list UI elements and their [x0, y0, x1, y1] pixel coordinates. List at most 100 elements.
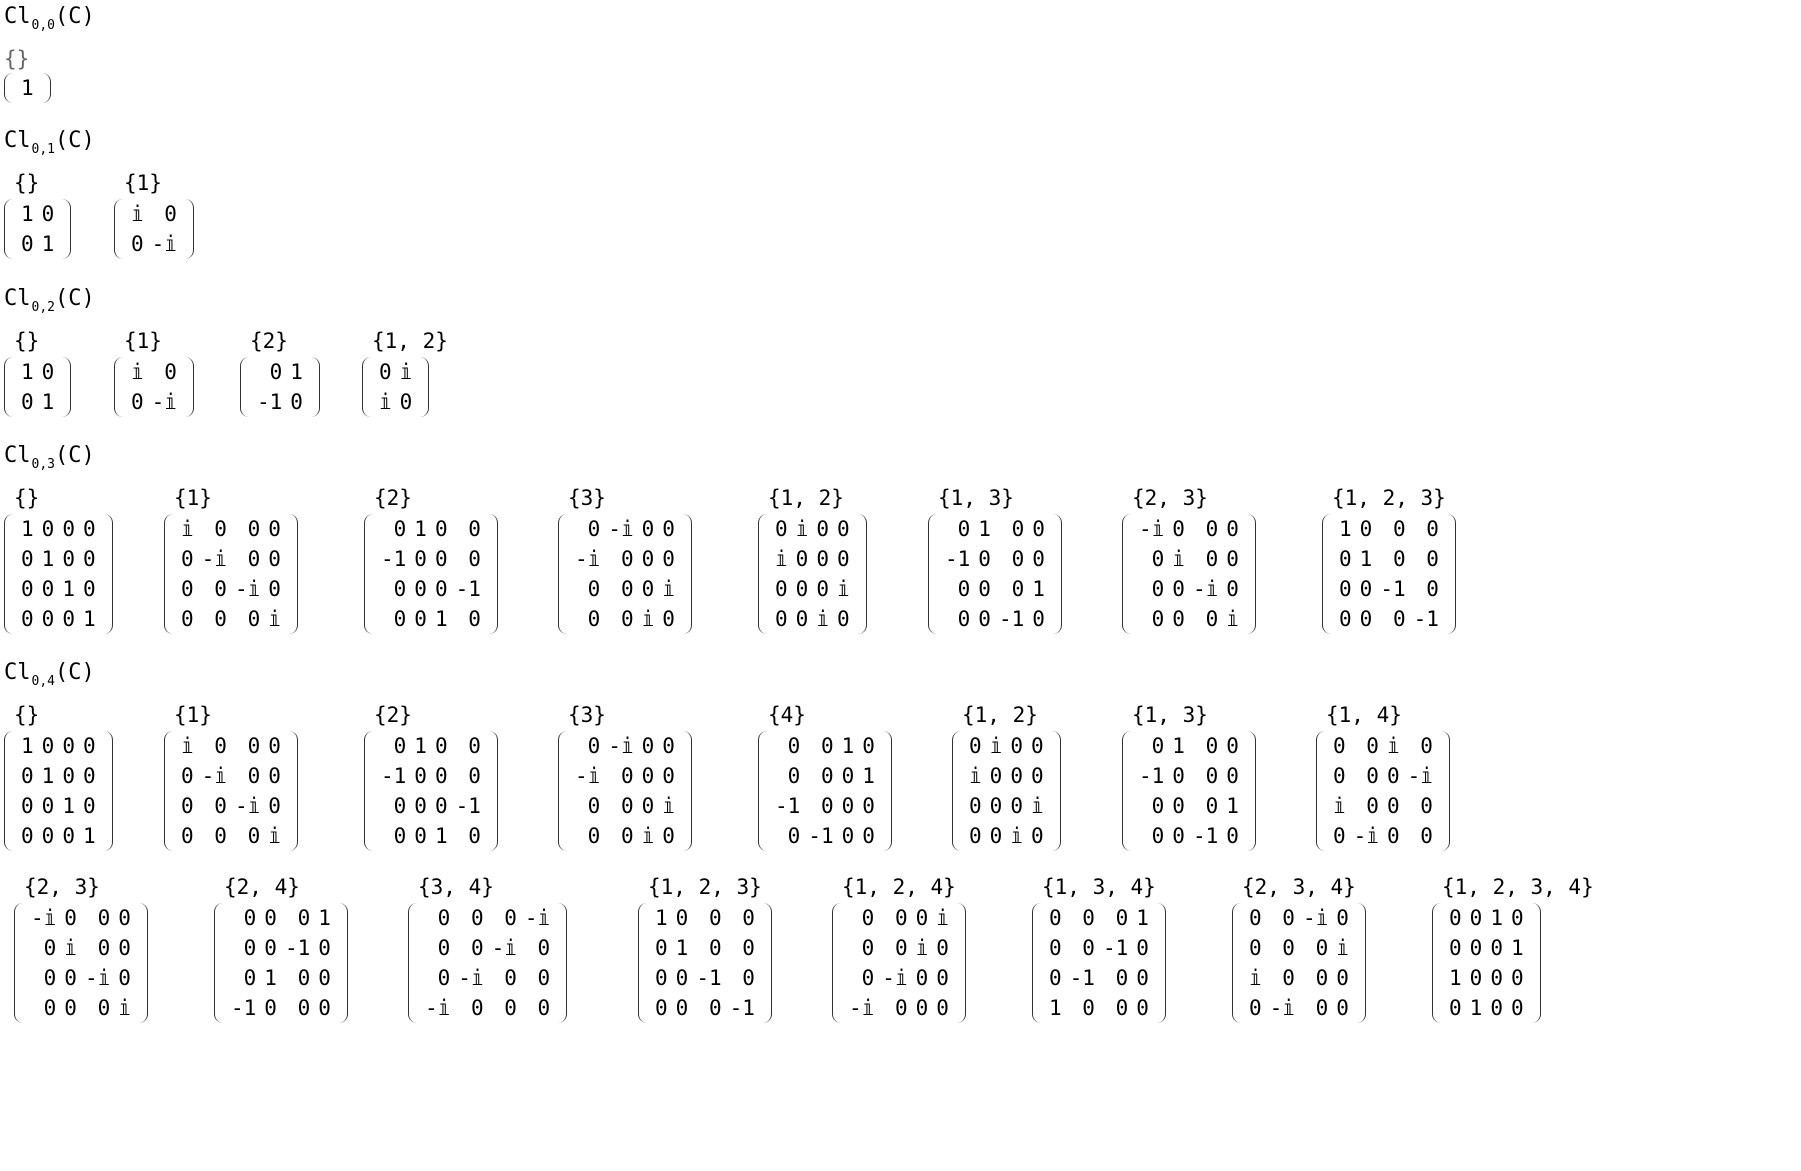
matrix-row: 0001	[1445, 933, 1528, 963]
matrix-entry: 0	[41, 202, 55, 226]
matrix-entry: 0	[1359, 607, 1373, 631]
matrix-entry: 𝕚	[1333, 794, 1346, 818]
matrix-row: 0 0 -1 0	[1335, 574, 1443, 604]
matrix-entry: 0	[504, 996, 517, 1020]
matrix-entry: 0	[82, 794, 96, 818]
matrix-entry: -1	[284, 936, 311, 960]
left-parenthesis	[240, 357, 250, 417]
matrix-grid: 0𝕚00𝕚000000𝕚00𝕚0	[771, 514, 854, 634]
matrix-entry: 0	[1336, 996, 1349, 1020]
basis-element: {3, 4} 0 0 0 -𝕚 0 0 -𝕚 0 0 -𝕚 0 0 -𝕚 0 0 0	[408, 873, 638, 1023]
matrix-entry: 0	[1359, 517, 1373, 541]
matrix-row: 0 -𝕚 0 0	[845, 963, 953, 993]
matrix-entry: 0	[131, 390, 144, 414]
matrix-entry: 0	[1011, 547, 1025, 571]
matrix-entry: 1	[1226, 794, 1239, 818]
matrix-entry: 0	[587, 607, 601, 631]
basis-element: {2, 3} -𝕚 0 0 0 0 𝕚 0 0 0 0 -𝕚 0 0 0 0 𝕚	[1122, 484, 1322, 634]
right-parenthesis	[288, 731, 298, 851]
matrix-row: 0010	[377, 821, 485, 851]
matrix-entry: 0	[1030, 824, 1044, 848]
left-parenthesis	[1122, 731, 1132, 851]
matrix-entry: 0	[64, 906, 77, 930]
right-parenthesis	[310, 357, 320, 417]
matrix-entry: 0	[414, 764, 427, 788]
matrix-entry: 0	[969, 734, 982, 758]
matrix-entry: 0	[268, 577, 281, 601]
matrix-entry: 0	[1011, 517, 1025, 541]
matrix-entry: 𝕚	[775, 547, 788, 571]
matrix-entry: 𝕚	[1010, 824, 1023, 848]
matrix-entry: 0	[62, 547, 75, 571]
matrix-entry: 1	[1049, 996, 1062, 1020]
right-parenthesis	[138, 903, 148, 1023]
matrix-entry: 𝕚	[641, 607, 655, 631]
matrix-row: -1 0	[253, 387, 307, 417]
matrix-row-group: {} 1 0 0 0 0 1 0 0 0 0 1 0 0 0 0 1 {1} 𝕚 0 0 0 0 -𝕚 0 0 0 0 -𝕚 0 0 0 0 𝕚{…	[4, 701, 1594, 851]
matrix-entry: 0	[620, 547, 634, 571]
matrix-entry: 0	[379, 360, 392, 384]
matrix-entry: -1	[1192, 824, 1219, 848]
matrix: 𝕚 0 0 0 0 -𝕚 0 0 0 0 -𝕚 0 0 0 0 𝕚	[164, 514, 298, 634]
matrix-entry: 0	[214, 824, 227, 848]
matrix-entry: -𝕚	[1302, 906, 1329, 930]
matrix-entry: -𝕚	[575, 764, 601, 788]
matrix-entry: 0	[1032, 547, 1045, 571]
matrix-entry: 0	[1333, 764, 1346, 788]
matrix-entry: 0	[675, 966, 689, 990]
matrix-entry: 0	[957, 577, 971, 601]
left-parenthesis	[4, 73, 14, 103]
matrix-entry: 0	[1249, 936, 1262, 960]
index-set-label: {1, 4}	[1326, 703, 1402, 727]
index-set-label: {1, 2, 3}	[648, 875, 762, 899]
matrix-entry: 0	[268, 794, 281, 818]
matrix-entry: 0	[662, 607, 675, 631]
matrix-row: 0001	[771, 761, 879, 791]
basis-element: {1, 2} 0 𝕚 0 0 𝕚 0 0 0 0 0 0 𝕚 0 0 𝕚 0	[758, 484, 928, 634]
index-set-label: {}	[14, 703, 40, 727]
matrix-entry: 𝕚	[795, 517, 809, 541]
matrix-row: 0 -𝕚	[127, 229, 181, 259]
matrix-entry: 0	[268, 517, 281, 541]
matrix-entry: -𝕚	[1353, 824, 1379, 848]
matrix-entry: 0	[1226, 824, 1239, 848]
basis-element: {4} 0 0 1 0 0 0 0 1 -1 0 0 0 0 -1 0 0	[758, 701, 952, 851]
left-parenthesis	[1032, 903, 1042, 1023]
matrix-entry: 𝕚	[1386, 734, 1400, 758]
matrix-entry: 0	[41, 734, 55, 758]
matrix-entry: 0	[1392, 607, 1406, 631]
matrix-entry: 0	[82, 577, 96, 601]
matrix-entry: 𝕚	[662, 794, 675, 818]
matrix: 0 -𝕚 0 0 -𝕚 0 0 0 0 0 0 𝕚 0 0 𝕚 0	[558, 514, 692, 634]
matrix-entry: 0	[1426, 547, 1439, 571]
matrix-row: 0 -1 0 0	[1045, 963, 1153, 993]
matrix-row: 0100	[941, 514, 1049, 544]
title-tail: (C)	[54, 443, 95, 468]
matrix-entry: -1	[1413, 607, 1439, 631]
matrix-entry: 0	[1172, 794, 1185, 818]
matrix-entry: 1	[414, 517, 427, 541]
matrix-entry: 0	[775, 577, 788, 601]
matrix-entry: 0	[862, 734, 875, 758]
matrix: 0 0 𝕚 0 0 0 0 -𝕚 𝕚 0 0 0 0 -𝕚 0 0	[1316, 731, 1450, 851]
matrix-row: 0 0 -1 0	[227, 933, 335, 963]
matrix-entry: 1	[290, 360, 303, 384]
basis-element: {1, 3, 4} 0 0 0 1 0 0 -1 0 0 -1 0 0 1 0 0 0	[1032, 873, 1232, 1023]
index-set-label: {1, 2, 4}	[842, 875, 956, 899]
matrix-entry: 0	[787, 734, 801, 758]
section-cl-0-1: Cl0,1(C){} 1 0 0 1 {1} 𝕚 0 0 -𝕚	[4, 128, 194, 259]
basis-element: {1, 2} 0 𝕚 𝕚 0	[362, 327, 448, 417]
matrix-entry: 1	[21, 517, 34, 541]
matrix-row: 000𝕚	[177, 604, 285, 634]
matrix-entry: 0	[957, 607, 971, 631]
matrix-row: 0 0 0 -1	[377, 791, 485, 821]
matrix-entry: 0	[1510, 966, 1524, 990]
matrix-entry: 1	[21, 734, 34, 758]
right-parenthesis	[184, 199, 194, 259]
matrix-row: 0 0 -𝕚 0	[177, 791, 285, 821]
matrix-entry: 0	[1449, 996, 1462, 1020]
matrix-row: -1 0 0 0	[377, 761, 485, 791]
matrix-entry: 0	[468, 734, 481, 758]
matrix-entry: 0	[1151, 734, 1165, 758]
matrix-entry: 0	[1449, 936, 1462, 960]
